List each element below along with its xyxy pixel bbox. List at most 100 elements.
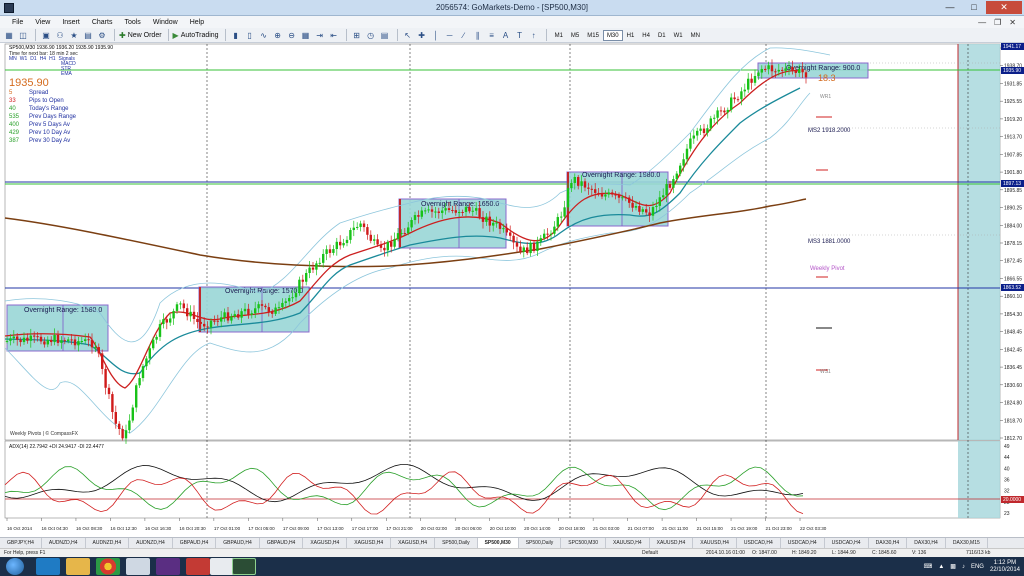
chart-tab[interactable]: USDCAD,H4: [781, 538, 825, 548]
chart-tab[interactable]: USDCAD,H4: [825, 538, 869, 548]
timeframe-m5[interactable]: M5: [567, 30, 583, 41]
vertical-line-icon[interactable]: │: [430, 29, 442, 41]
candle-body: [733, 97, 736, 100]
text-label-icon[interactable]: T: [514, 29, 526, 41]
profiles-icon[interactable]: ◫: [17, 29, 29, 41]
chart-tab[interactable]: DAX30,M15: [946, 538, 988, 548]
chart-tab[interactable]: SP500,Daily: [519, 538, 562, 548]
chart-tab[interactable]: XAUUSD,H4: [693, 538, 737, 548]
chart-tab[interactable]: GBPAUD,H4: [260, 538, 304, 548]
line-chart-icon[interactable]: ∿: [258, 29, 270, 41]
tester-icon[interactable]: ⚙: [96, 29, 108, 41]
mdi-close-button[interactable]: ✕: [1009, 18, 1016, 27]
text-tool-icon[interactable]: A: [500, 29, 512, 41]
candle-body: [77, 341, 80, 346]
menu-insert[interactable]: Insert: [56, 19, 86, 26]
new-order-button[interactable]: ✚ New Order: [119, 29, 162, 41]
chart-tab[interactable]: GBPAUD,H4: [216, 538, 260, 548]
info-row-prev5: 400 Prev 5 Days Av: [9, 121, 149, 129]
crosshair-icon[interactable]: ✚: [416, 29, 428, 41]
media-taskbar-icon[interactable]: [156, 558, 180, 575]
candle-body: [305, 273, 308, 282]
bar-chart-icon[interactable]: ▮: [230, 29, 242, 41]
tray-clock[interactable]: 1:12 PM 22/10/2014: [990, 560, 1020, 574]
market-watch-icon[interactable]: ▣: [40, 29, 52, 41]
tray-arrow-icon[interactable]: ▲: [938, 564, 944, 570]
equidistant-channel-icon[interactable]: ∥: [472, 29, 484, 41]
terminal-icon[interactable]: ▤: [82, 29, 94, 41]
chart-tab[interactable]: XAGUSD,H4: [391, 538, 436, 548]
chart-tab[interactable]: USDCAD,H4: [737, 538, 781, 548]
mdi-restore-button[interactable]: ❐: [994, 18, 1001, 27]
price-tag-label: 1941.17: [1003, 44, 1021, 50]
candlestick-icon[interactable]: ▯: [244, 29, 256, 41]
paint-taskbar-icon[interactable]: [210, 558, 234, 575]
timeframe-m15[interactable]: M15: [583, 30, 603, 41]
zoom-out-icon[interactable]: ⊖: [286, 29, 298, 41]
data-window-icon[interactable]: ⚇: [54, 29, 66, 41]
chart-tab[interactable]: SPC500,M30: [561, 538, 606, 548]
notepad-taskbar-icon[interactable]: [126, 558, 150, 575]
chart-tab[interactable]: AUDNZD,H4: [42, 538, 86, 548]
menu-charts[interactable]: Charts: [86, 19, 119, 26]
explorer-taskbar-icon[interactable]: [66, 558, 90, 575]
cursor-icon[interactable]: ↖: [402, 29, 414, 41]
zoom-in-icon[interactable]: ⊕: [272, 29, 284, 41]
menu-view[interactable]: View: [29, 19, 56, 26]
timeframe-d1[interactable]: D1: [654, 30, 670, 41]
tray-language[interactable]: ENG: [971, 564, 984, 570]
close-button[interactable]: ✕: [986, 1, 1022, 14]
fibonacci-icon[interactable]: ≡: [486, 29, 498, 41]
chart-tab[interactable]: XAUUSD,H4: [650, 538, 694, 548]
tray-keyboard-icon[interactable]: ⌨: [924, 563, 933, 570]
chart-tab[interactable]: XAGUSD,H4: [303, 538, 348, 548]
horizontal-line-icon[interactable]: ─: [444, 29, 456, 41]
candle-body: [396, 233, 400, 240]
arrows-icon[interactable]: ↑: [528, 29, 540, 41]
timeframe-h1[interactable]: H1: [623, 30, 639, 41]
metatrader-taskbar-icon[interactable]: [232, 558, 256, 575]
templates-icon[interactable]: ▤: [379, 29, 391, 41]
chart-tab[interactable]: DAX30,H4: [869, 538, 908, 548]
periods-icon[interactable]: ◷: [365, 29, 377, 41]
chart-shift-icon[interactable]: ⇤: [328, 29, 340, 41]
timeframe-w1[interactable]: W1: [670, 30, 687, 41]
chrome-taskbar-icon[interactable]: [96, 558, 120, 575]
chart-tab[interactable]: AUDNZD,H4: [86, 538, 130, 548]
tray-network-icon[interactable]: ▩: [950, 563, 956, 570]
start-button[interactable]: [6, 558, 24, 575]
candle-body: [247, 308, 250, 315]
trendline-icon[interactable]: ∕: [458, 29, 470, 41]
candle-body: [199, 321, 202, 324]
tile-windows-icon[interactable]: ▦: [300, 29, 312, 41]
maximize-button[interactable]: □: [962, 1, 986, 14]
timeframe-h4[interactable]: H4: [638, 30, 654, 41]
timeframe-mn[interactable]: MN: [687, 30, 704, 41]
chart-tab[interactable]: AUDNZD,H4: [129, 538, 173, 548]
chart-tab[interactable]: GBPJPY,H4: [0, 538, 42, 548]
autoscroll-icon[interactable]: ⇥: [314, 29, 326, 41]
navigator-icon[interactable]: ★: [68, 29, 80, 41]
menu-window[interactable]: Window: [147, 19, 184, 26]
candle-body: [243, 308, 247, 312]
chart-tab[interactable]: DAX30,H4: [907, 538, 946, 548]
indicators-icon[interactable]: ⊞: [351, 29, 363, 41]
autotrading-button[interactable]: ▶ AutoTrading: [173, 29, 219, 41]
ie-taskbar-icon[interactable]: [36, 558, 60, 575]
tray-volume-icon[interactable]: ♪: [962, 564, 965, 570]
pdf-taskbar-icon[interactable]: [186, 558, 210, 575]
menu-file[interactable]: File: [6, 19, 29, 26]
chart-tab[interactable]: XAGUSD,H4: [347, 538, 392, 548]
new-chart-icon[interactable]: ▦: [3, 29, 15, 41]
chart-tab[interactable]: SP500,M30: [477, 538, 519, 548]
mdi-minimize-button[interactable]: —: [978, 18, 986, 27]
timeframe-m1[interactable]: M1: [551, 30, 567, 41]
timeframe-m30[interactable]: M30: [602, 29, 623, 41]
chart-tab[interactable]: GBPAUD,H4: [173, 538, 217, 548]
minimize-button[interactable]: —: [938, 1, 962, 14]
menu-help[interactable]: Help: [184, 19, 210, 26]
price-chart[interactable]: Overnight Range: 1580.0 Overnight Range:…: [0, 43, 1024, 537]
menu-tools[interactable]: Tools: [118, 19, 146, 26]
chart-tab[interactable]: XAUUSD,H4: [606, 538, 650, 548]
chart-tab[interactable]: SP500,Daily: [435, 538, 478, 548]
